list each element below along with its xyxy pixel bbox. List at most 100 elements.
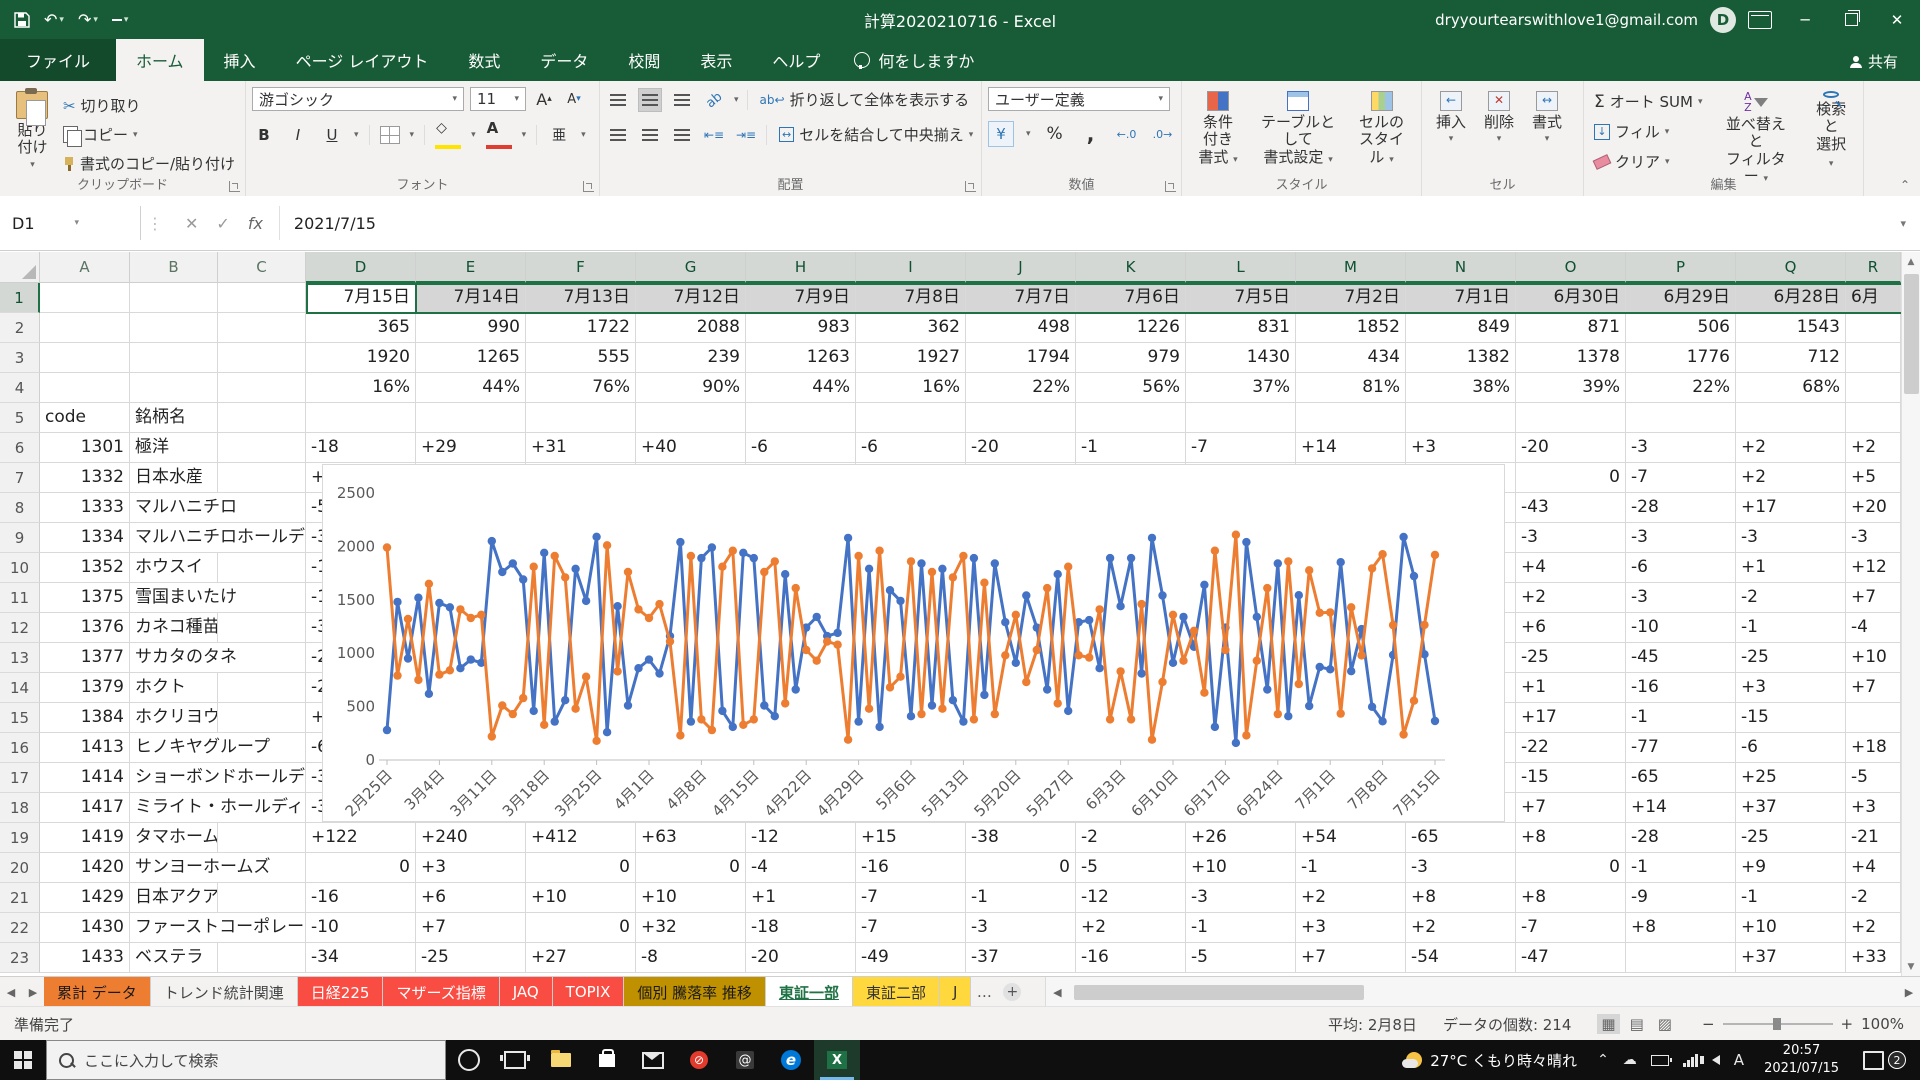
cell-N1[interactable]: 7月1日 [1406,283,1516,313]
edge-icon[interactable]: e [768,1040,814,1080]
cell-E2[interactable]: 990 [416,313,526,343]
cell-H6[interactable]: -6 [746,433,856,463]
cell-D4[interactable]: 16% [306,373,416,403]
cell-N6[interactable]: +3 [1406,433,1516,463]
cell-C12[interactable] [218,613,306,643]
copy-button[interactable]: コピー▾ [59,122,239,147]
delete-cells-button[interactable]: ✕削除▾ [1476,87,1522,174]
share-button[interactable]: 共有 [1828,42,1920,81]
tab-review[interactable]: 校閲 [608,39,680,81]
red-app-icon[interactable]: ⊘ [676,1040,722,1080]
account-email[interactable]: dryyourtearswithlove1@gmail.com [1435,11,1698,29]
cell-M6[interactable]: +14 [1296,433,1406,463]
fill-color-icon[interactable]: ◇ [435,121,461,149]
cell-F1[interactable]: 7月13日 [526,283,636,313]
conditional-formatting-button[interactable]: 条件付き書式 ▾ [1188,87,1248,174]
cell-B16[interactable]: ヒノキヤグループ [130,733,306,763]
cell-G4[interactable]: 90% [636,373,746,403]
cell-K4[interactable]: 56% [1076,373,1186,403]
cell-O2[interactable]: 871 [1516,313,1626,343]
cell-O4[interactable]: 39% [1516,373,1626,403]
cell-M20[interactable]: -1 [1296,853,1406,883]
cell-H19[interactable]: -12 [746,823,856,853]
cell-D6[interactable]: -18 [306,433,416,463]
row-header-18[interactable]: 18 [0,793,40,823]
cell-O1[interactable]: 6月30日 [1516,283,1626,313]
cell-O13[interactable]: -25 [1516,643,1626,673]
cell-G20[interactable]: 0 [636,853,746,883]
cell-A13[interactable]: 1377 [40,643,130,673]
cell-A3[interactable] [40,343,130,373]
cell-R19[interactable]: -21 [1846,823,1901,853]
cell-O3[interactable]: 1378 [1516,343,1626,373]
cell-L23[interactable]: -5 [1186,943,1296,973]
cell-R8[interactable]: +20 [1846,493,1901,523]
cell-R15[interactable] [1846,703,1901,733]
cell-Q8[interactable]: +17 [1736,493,1846,523]
cell-D23[interactable]: -34 [306,943,416,973]
cell-G23[interactable]: -8 [636,943,746,973]
cell-O6[interactable]: -20 [1516,433,1626,463]
cell-G3[interactable]: 239 [636,343,746,373]
sort-filter-button[interactable]: AZ 並べ替えとフィルター ▾ [1715,87,1798,174]
cell-F23[interactable]: +27 [526,943,636,973]
row-header-7[interactable]: 7 [0,463,40,493]
comma-style-icon[interactable]: , [1079,122,1103,146]
vertical-scroll-thumb[interactable] [1904,274,1919,394]
cell-P22[interactable]: +8 [1626,913,1736,943]
cell-J19[interactable]: -38 [966,823,1076,853]
sheet-tab-8[interactable]: 東証一部 [766,977,853,1007]
formula-bar-expand-icon[interactable]: ▾ [1900,217,1920,230]
cell-L5[interactable] [1186,403,1296,433]
microsoft-store-icon[interactable] [584,1040,630,1080]
accounting-format-icon[interactable]: ¥ [988,121,1014,147]
cell-L19[interactable]: +26 [1186,823,1296,853]
column-header-H[interactable]: H [746,252,856,283]
cell-D3[interactable]: 1920 [306,343,416,373]
cell-H1[interactable]: 7月9日 [746,283,856,313]
cell-A8[interactable]: 1333 [40,493,130,523]
grow-font-icon[interactable]: A▴ [532,87,556,111]
sheet-tab-9[interactable]: 東証二部 [853,977,940,1007]
cell-A20[interactable]: 1420 [40,853,130,883]
cell-N22[interactable]: +2 [1406,913,1516,943]
cell-Q4[interactable]: 68% [1736,373,1846,403]
cell-I20[interactable]: -16 [856,853,966,883]
format-painter-button[interactable]: 書式のコピー/貼り付け [59,151,239,176]
cell-R23[interactable]: +33 [1846,943,1901,973]
cell-F3[interactable]: 555 [526,343,636,373]
font-dialog-launcher-icon[interactable] [583,181,594,192]
increase-decimal-icon[interactable]: ←.0 [1115,122,1139,146]
column-header-L[interactable]: L [1186,252,1296,283]
cell-P13[interactable]: -45 [1626,643,1736,673]
cell-Q20[interactable]: +9 [1736,853,1846,883]
cell-Q17[interactable]: +25 [1736,763,1846,793]
cell-O10[interactable]: +4 [1516,553,1626,583]
column-header-F[interactable]: F [526,252,636,283]
cell-Q18[interactable]: +37 [1736,793,1846,823]
cell-L20[interactable]: +10 [1186,853,1296,883]
cell-J5[interactable] [966,403,1076,433]
cell-E3[interactable]: 1265 [416,343,526,373]
cell-D20[interactable]: 0 [306,853,416,883]
hscroll-left-icon[interactable]: ◀ [1046,986,1068,999]
align-middle-icon[interactable] [638,88,662,112]
cell-Q1[interactable]: 6月28日 [1736,283,1846,313]
page-break-view-icon[interactable]: ▨ [1654,1014,1676,1034]
cell-N5[interactable] [1406,403,1516,433]
cell-K23[interactable]: -16 [1076,943,1186,973]
cell-R9[interactable]: -3 [1846,523,1901,553]
avatar[interactable]: D [1710,7,1736,33]
column-header-O[interactable]: O [1516,252,1626,283]
find-select-button[interactable]: 検索と選択 ▾ [1805,87,1857,174]
cell-A16[interactable]: 1413 [40,733,130,763]
cell-A19[interactable]: 1419 [40,823,130,853]
cell-P6[interactable]: -3 [1626,433,1736,463]
cell-D19[interactable]: +122 [306,823,416,853]
sheet-tab-1[interactable]: 累計 データ [44,977,151,1007]
cell-E21[interactable]: +6 [416,883,526,913]
cell-M23[interactable]: +7 [1296,943,1406,973]
cell-M3[interactable]: 434 [1296,343,1406,373]
cell-H2[interactable]: 983 [746,313,856,343]
cell-R7[interactable]: +5 [1846,463,1901,493]
